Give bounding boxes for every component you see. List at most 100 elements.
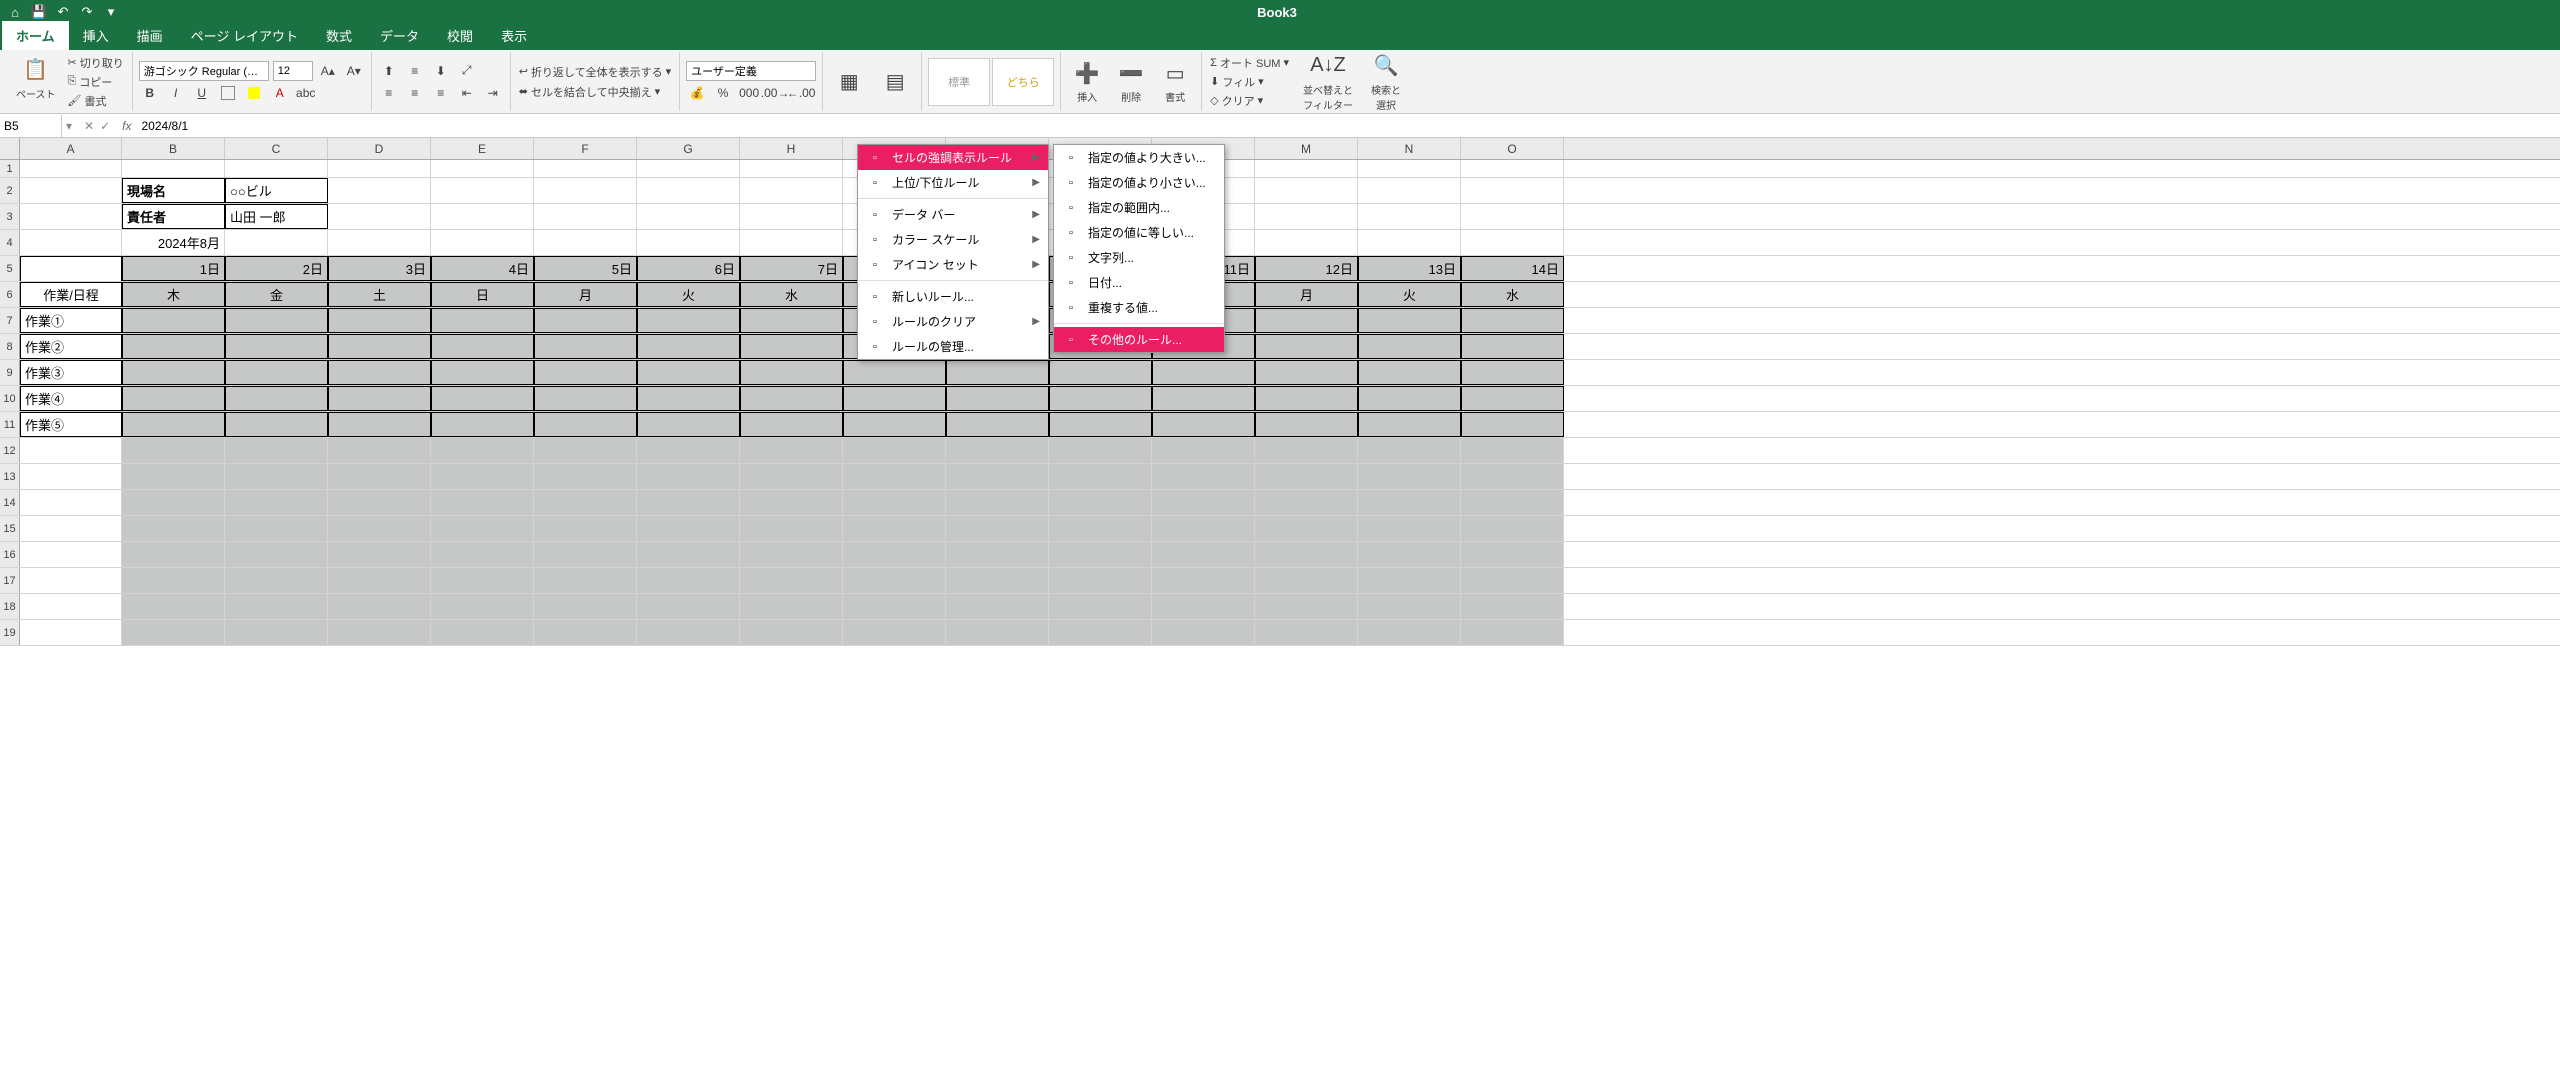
col-header-N[interactable]: N <box>1358 138 1461 159</box>
cell[interactable] <box>637 464 740 489</box>
cell[interactable] <box>946 594 1049 619</box>
align-left-icon[interactable]: ≡ <box>378 83 400 103</box>
cell-dow[interactable]: 月 <box>1255 282 1358 307</box>
cell-data[interactable] <box>1255 334 1358 359</box>
cell-data[interactable] <box>1461 412 1564 437</box>
row-header[interactable]: 15 <box>0 516 20 541</box>
cell[interactable] <box>1255 438 1358 463</box>
fill-button[interactable]: ⬇フィル ▾ <box>1208 73 1291 91</box>
cell-data[interactable] <box>534 308 637 333</box>
bold-button[interactable]: B <box>139 83 161 103</box>
cell[interactable] <box>225 464 328 489</box>
col-header-A[interactable]: A <box>20 138 122 159</box>
cell[interactable] <box>122 516 225 541</box>
row-header[interactable]: 13 <box>0 464 20 489</box>
cell[interactable] <box>637 438 740 463</box>
decrease-decimal-icon[interactable]: ←.00 <box>790 83 812 103</box>
cell[interactable] <box>1358 204 1461 229</box>
row-header[interactable]: 18 <box>0 594 20 619</box>
cell-data[interactable] <box>122 386 225 411</box>
cell[interactable] <box>1255 178 1358 203</box>
menu-item-other[interactable]: ▫その他のルール... <box>1054 327 1224 352</box>
cell-date[interactable]: 4日 <box>431 256 534 281</box>
cell[interactable] <box>1461 490 1564 515</box>
cell[interactable] <box>1152 594 1255 619</box>
cell-data[interactable] <box>328 412 431 437</box>
col-header-D[interactable]: D <box>328 138 431 159</box>
cell-data[interactable] <box>1152 386 1255 411</box>
cell[interactable] <box>1255 516 1358 541</box>
cell[interactable] <box>1255 464 1358 489</box>
cell[interactable] <box>946 464 1049 489</box>
cell[interactable] <box>637 230 740 255</box>
cell-data[interactable] <box>1152 360 1255 385</box>
cell[interactable] <box>328 160 431 177</box>
cell-data[interactable] <box>534 334 637 359</box>
cell-data[interactable] <box>843 386 946 411</box>
cell-dow[interactable]: 水 <box>1461 282 1564 307</box>
conditional-formatting-button[interactable]: ▦ <box>829 66 869 98</box>
cell[interactable] <box>1461 438 1564 463</box>
cell[interactable] <box>843 490 946 515</box>
cell[interactable] <box>740 516 843 541</box>
cell-data[interactable] <box>1049 360 1152 385</box>
cell-task-name[interactable]: 作業④ <box>20 386 122 411</box>
cell[interactable] <box>946 490 1049 515</box>
col-header-F[interactable]: F <box>534 138 637 159</box>
redo-icon[interactable]: ↷ <box>78 3 96 21</box>
cell-data[interactable] <box>122 412 225 437</box>
cell[interactable] <box>1358 594 1461 619</box>
menu-item-colorscale[interactable]: ▫カラー スケール▶ <box>858 227 1048 252</box>
cell[interactable] <box>1461 542 1564 567</box>
cell-data[interactable] <box>431 334 534 359</box>
cell-data[interactable] <box>946 360 1049 385</box>
row-header[interactable]: 19 <box>0 620 20 645</box>
row-header[interactable]: 16 <box>0 542 20 567</box>
cell[interactable] <box>431 204 534 229</box>
menu-item-clear[interactable]: ▫ルールのクリア▶ <box>858 309 1048 334</box>
underline-button[interactable]: U <box>191 83 213 103</box>
undo-icon[interactable]: ↶ <box>54 3 72 21</box>
cell[interactable] <box>328 230 431 255</box>
cell[interactable] <box>534 542 637 567</box>
cell-data[interactable] <box>1461 360 1564 385</box>
comma-icon[interactable]: 000 <box>738 83 760 103</box>
menu-item-manage[interactable]: ▫ルールの管理... <box>858 334 1048 359</box>
cell[interactable] <box>328 438 431 463</box>
cell[interactable] <box>740 438 843 463</box>
col-header-M[interactable]: M <box>1255 138 1358 159</box>
cell-data[interactable] <box>946 412 1049 437</box>
menu-item-dup[interactable]: ▫重複する値... <box>1054 295 1224 320</box>
menu-item-gt[interactable]: ▫指定の値より大きい... <box>1054 145 1224 170</box>
cell[interactable] <box>1358 230 1461 255</box>
cell[interactable] <box>637 620 740 645</box>
cell[interactable] <box>843 620 946 645</box>
menu-item-top[interactable]: ▫上位/下位ルール▶ <box>858 170 1048 195</box>
cell-data[interactable] <box>225 334 328 359</box>
menu-item-date[interactable]: ▫日付... <box>1054 270 1224 295</box>
cell-dow[interactable]: 水 <box>740 282 843 307</box>
cell[interactable] <box>1255 230 1358 255</box>
cell[interactable] <box>1461 620 1564 645</box>
cell[interactable] <box>740 542 843 567</box>
row-header[interactable]: 17 <box>0 568 20 593</box>
cell-person-label[interactable]: 責任者 <box>122 204 225 229</box>
cell[interactable] <box>1358 516 1461 541</box>
cell[interactable] <box>1461 178 1564 203</box>
insert-cells-button[interactable]: ➕挿入 <box>1067 57 1107 106</box>
cell[interactable] <box>122 160 225 177</box>
cell-dow[interactable]: 火 <box>1358 282 1461 307</box>
col-header-B[interactable]: B <box>122 138 225 159</box>
cell[interactable] <box>534 438 637 463</box>
indent-decrease-icon[interactable]: ⇤ <box>456 83 478 103</box>
row-header[interactable]: 7 <box>0 308 20 333</box>
cell[interactable] <box>328 594 431 619</box>
cell[interactable] <box>328 464 431 489</box>
cell[interactable] <box>843 464 946 489</box>
cell[interactable] <box>225 230 328 255</box>
cell[interactable] <box>431 516 534 541</box>
cell[interactable] <box>225 516 328 541</box>
cell-data[interactable] <box>1255 308 1358 333</box>
indent-increase-icon[interactable]: ⇥ <box>482 83 504 103</box>
cell-data[interactable] <box>225 386 328 411</box>
